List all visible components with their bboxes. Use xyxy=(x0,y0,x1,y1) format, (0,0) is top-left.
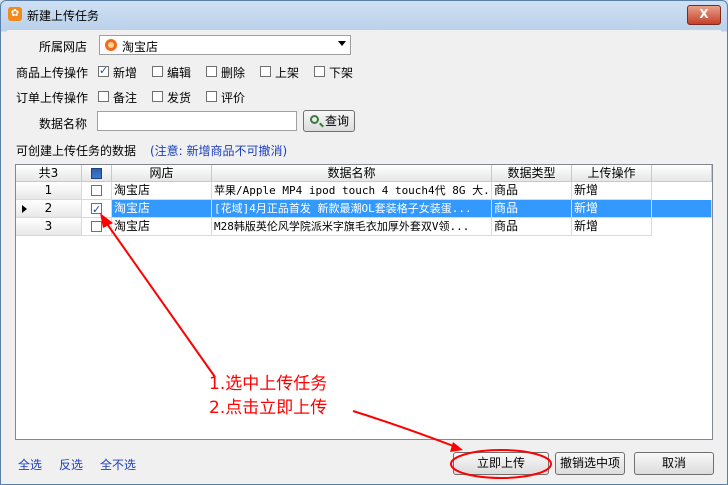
annotation-overlay xyxy=(100,213,552,479)
upload-task-dialog: ✿ 新建上传任务 X 所属网店 淘宝店 商品上传操作 新增 编辑 删除 上架 下… xyxy=(0,0,728,485)
annotation-arrow-to-upload xyxy=(352,410,463,452)
annotation-step-2: 2.点击立即上传 xyxy=(209,398,328,418)
annotation-arrow-to-checkbox xyxy=(100,213,216,378)
annotation-step-1: 1.选中上传任务 xyxy=(209,374,328,394)
annotation-highlight-circle xyxy=(450,449,552,479)
